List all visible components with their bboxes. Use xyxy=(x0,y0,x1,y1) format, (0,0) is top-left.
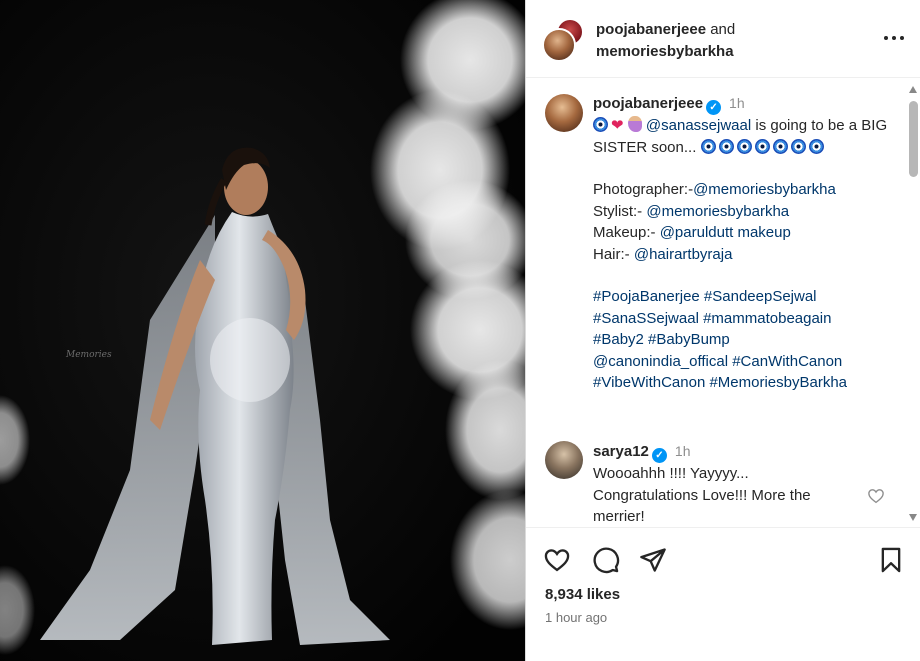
hashtags-line[interactable]: #PoojaBanerjee #SandeepSejwal xyxy=(593,286,893,308)
credit-photographer: Photographer:-@memoriesbybarkha xyxy=(593,179,893,201)
photo-illustration: Memories xyxy=(0,0,525,661)
heart-icon[interactable] xyxy=(543,546,571,574)
authors-joiner: and xyxy=(710,21,736,38)
hashtags-line[interactable]: #SanaSSejwaal #mammatobeagain xyxy=(593,308,893,330)
credit-stylist: Stylist:- @memoriesbybarkha xyxy=(593,201,893,223)
post-actions: 8,934 likes 1 hour ago xyxy=(526,527,920,661)
post-header: poojabanerjeee and memoriesbybarkha xyxy=(526,0,920,78)
coauthor-username[interactable]: memoriesbybarkha xyxy=(596,43,734,60)
more-icon-dot xyxy=(900,36,904,40)
comment-text: Woooahhh !!!! Yayyyy... xyxy=(593,465,749,482)
evil-eye-emoji-icon xyxy=(808,138,824,154)
scroll-up-arrow-icon[interactable] xyxy=(909,86,917,93)
credit-hair: Hair:- @hairartbyraja xyxy=(593,244,893,266)
credit-link[interactable]: @memoriesbybarkha xyxy=(693,181,836,198)
comment-text: Congratulations Love!!! More the xyxy=(593,486,811,504)
svg-text:Memories: Memories xyxy=(65,350,112,360)
caption-time[interactable]: 1h xyxy=(729,95,745,111)
comments-list[interactable]: poojabanerjeee ✓ 1h ❤ @sanassejwaal is goi… xyxy=(526,79,920,526)
evil-eye-emoji-icon xyxy=(718,138,734,154)
likes-count[interactable]: 8,934 likes xyxy=(545,586,620,603)
bookmark-icon[interactable] xyxy=(877,546,905,574)
evil-eye-emoji-icon xyxy=(790,138,806,154)
comment-icon[interactable] xyxy=(592,546,620,574)
more-icon xyxy=(884,36,888,40)
credit-link[interactable]: @memoriesbybarkha xyxy=(646,203,789,220)
hashtags-line[interactable]: #Baby2 #BabyBump xyxy=(593,329,893,351)
author-avatar[interactable] xyxy=(542,28,576,62)
author-username[interactable]: poojabanerjeee xyxy=(596,21,706,38)
post-photo[interactable]: Memories xyxy=(0,0,525,661)
credit-label: Photographer:- xyxy=(593,181,694,198)
share-icon[interactable] xyxy=(639,546,667,574)
credit-label: Hair:- xyxy=(593,245,634,263)
evil-eye-emoji-icon xyxy=(754,138,770,154)
post-authors: poojabanerjeee and memoriesbybarkha xyxy=(596,19,735,63)
comment-text: merrier! xyxy=(593,508,645,525)
more-options-button[interactable] xyxy=(881,28,907,48)
hashtags-line[interactable]: #VibeWithCanon #MemoriesbyBarkha xyxy=(593,372,893,394)
red-heart-emoji-icon: ❤ xyxy=(611,117,624,134)
post-timestamp[interactable]: 1 hour ago xyxy=(545,610,607,625)
pregnant-emoji-icon xyxy=(627,116,642,132)
scroll-down-arrow-icon[interactable] xyxy=(909,514,917,521)
credit-makeup: Makeup:- @paruldutt makeup xyxy=(593,222,893,244)
caption-avatar[interactable] xyxy=(545,94,583,132)
hashtags-line[interactable]: @canonindia_offical #CanWithCanon xyxy=(593,351,893,373)
comment-time[interactable]: 1h xyxy=(675,443,691,459)
credit-link[interactable]: @paruldutt makeup xyxy=(660,224,791,241)
post-side-panel: poojabanerjeee and memoriesbybarkha pooj… xyxy=(525,0,920,661)
credit-label: Stylist:- xyxy=(593,202,647,220)
comments-scrollbar[interactable] xyxy=(906,79,920,526)
evil-eye-emoji-icon xyxy=(593,117,608,132)
more-icon-dot xyxy=(892,36,896,40)
commenter-avatar[interactable] xyxy=(545,441,583,479)
scroll-thumb[interactable] xyxy=(909,101,918,177)
comment: sarya12 ✓ 1h Woooahhh !!!! Yayyyy... Congr… xyxy=(593,441,853,526)
caption-username[interactable]: poojabanerjeee xyxy=(593,95,703,112)
verified-icon: ✓ xyxy=(706,100,722,115)
credit-label: Makeup:- xyxy=(593,224,660,241)
caption: poojabanerjeee ✓ 1h ❤ @sanassejwaal is goi… xyxy=(593,93,893,394)
evil-eye-emoji-icon xyxy=(772,138,788,154)
credit-link[interactable]: @hairartbyraja xyxy=(634,246,733,263)
comment-username[interactable]: sarya12 xyxy=(593,443,649,460)
like-comment-heart-icon[interactable] xyxy=(866,487,886,505)
verified-icon: ✓ xyxy=(651,448,667,463)
mention-link[interactable]: @sanassejwaal xyxy=(646,117,751,134)
evil-eye-emoji-icon xyxy=(736,138,752,154)
evil-eye-emoji-icon xyxy=(700,138,716,154)
